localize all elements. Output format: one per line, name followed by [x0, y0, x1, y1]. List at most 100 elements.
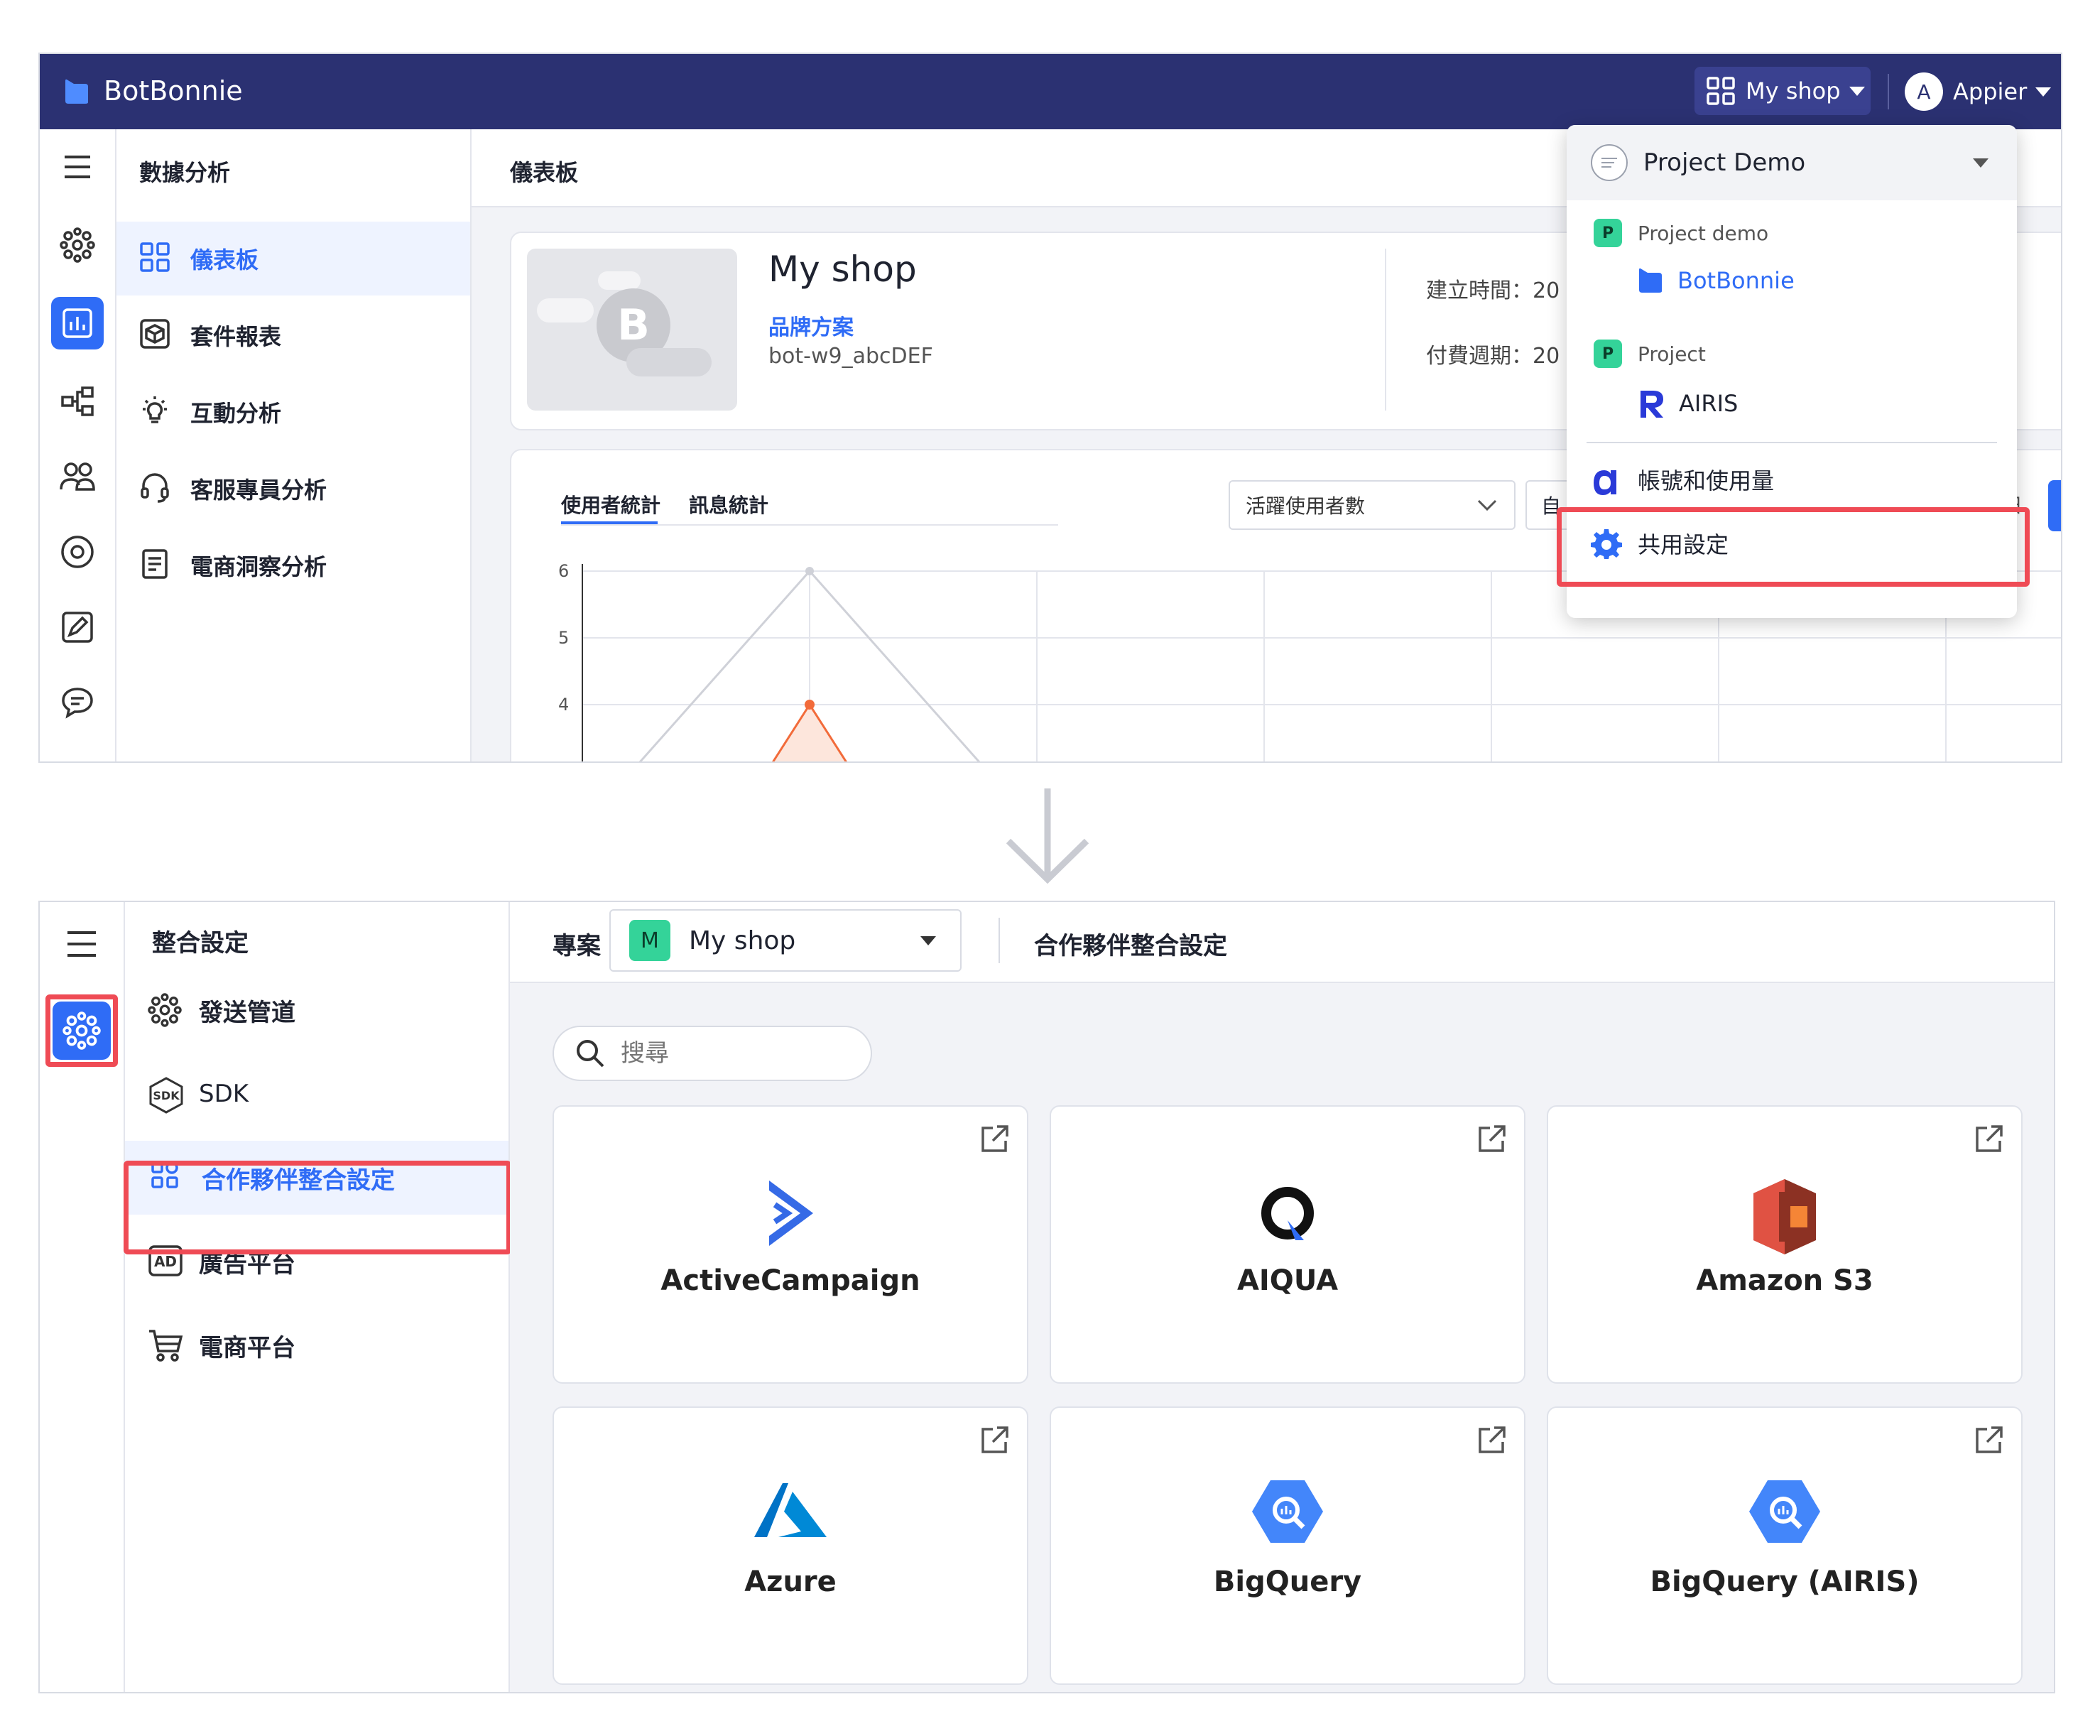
group-label: Project — [1638, 342, 1706, 366]
group-label: Project demo — [1638, 221, 1769, 245]
user-menu[interactable]: A Appier — [1905, 70, 2052, 114]
bot-plan[interactable]: 品牌方案 — [768, 310, 854, 341]
headset-icon — [139, 472, 173, 506]
project-badge: M — [629, 920, 670, 961]
project-select[interactable]: M My shop — [609, 909, 962, 972]
grid-icon — [1706, 76, 1736, 106]
bot-name: My shop — [768, 249, 917, 290]
partner-card-activecampaign[interactable]: ActiveCampaign — [553, 1105, 1028, 1384]
header-divider — [999, 918, 1000, 963]
shop-switcher-label: My shop — [1746, 77, 1841, 104]
partner-name: ActiveCampaign — [660, 1264, 920, 1297]
bottom-page-header: 專案 M My shop 合作夥伴整合設定 — [510, 902, 2054, 983]
sidebar-item-interaction[interactable]: 互動分析 — [116, 375, 470, 449]
activecampaign-logo-icon — [554, 1178, 1027, 1256]
bottom-main: 專案 M My shop 合作夥伴整合設定 ActiveCampaign AIQ… — [510, 902, 2054, 1692]
project-title: Project Demo — [1643, 148, 1806, 177]
card-divider — [1385, 249, 1386, 411]
partner-card-amazon-s3[interactable]: Amazon S3 — [1547, 1105, 2023, 1384]
menu-item-account-usage[interactable]: 帳號和使用量 — [1591, 462, 1774, 497]
external-link-icon[interactable] — [1973, 1423, 2006, 1456]
user-name: Appier — [1953, 78, 2028, 105]
partner-card-azure[interactable]: Azure — [553, 1406, 1028, 1685]
menu-icon[interactable] — [54, 143, 101, 190]
highlight-partner-item — [124, 1161, 511, 1254]
brand-name: BotBonnie — [104, 75, 243, 107]
bot-avatar: B — [527, 249, 737, 411]
bottom-sidebar: 整合設定 發送管道 SDK SDK 合作夥伴整合設定 AD 廣告平台 電商平台 — [125, 902, 510, 1692]
partner-name: Amazon S3 — [1696, 1264, 1873, 1297]
top-screenshot: BotBonnie My shop A Appier 數據分析 儀表板 套件報表… — [38, 53, 2062, 763]
sidebar-item-label: 互動分析 — [190, 400, 282, 427]
group-project-demo: P Project demo — [1594, 219, 1768, 247]
external-link-icon[interactable] — [979, 1122, 1011, 1155]
icon-rail — [40, 129, 116, 761]
menu-item-label: 帳號和使用量 — [1638, 467, 1775, 494]
top-sidebar: 數據分析 儀表板 套件報表 互動分析 客服專員分析 電商洞察分析 — [116, 129, 472, 761]
search-input[interactable] — [619, 1038, 835, 1068]
search-box[interactable] — [553, 1026, 872, 1081]
svg-text:AD: AD — [154, 1253, 177, 1270]
partner-card-aiqua[interactable]: AIQUA — [1050, 1105, 1525, 1384]
external-link-icon[interactable] — [1476, 1122, 1508, 1155]
chat-icon[interactable] — [54, 679, 101, 726]
caret-down-icon — [1973, 158, 1989, 168]
cart-icon — [148, 1328, 183, 1362]
amazon-s3-logo-icon — [1548, 1178, 2021, 1256]
sidebar-item-ecommerce-platform[interactable]: 電商平台 — [125, 1308, 508, 1382]
bigquery-logo-icon — [1051, 1479, 1524, 1557]
botbonnie-logo-icon — [64, 78, 89, 105]
sidebar-item-label: 套件報表 — [190, 323, 282, 350]
users-icon[interactable] — [54, 453, 101, 500]
svg-text:B: B — [617, 300, 650, 350]
sidebar-item-label: 發送管道 — [199, 998, 295, 1027]
sidebar-item-label: 儀表板 — [190, 246, 259, 273]
sidebar-item-package-report[interactable]: 套件報表 — [116, 298, 470, 372]
sidebar-item-channels[interactable]: 發送管道 — [125, 973, 508, 1047]
sdk-icon: SDK — [148, 1077, 183, 1114]
partner-card-bigquery-airis[interactable]: BigQuery (AIRIS) — [1547, 1406, 2023, 1685]
aiqua-logo-icon — [1051, 1178, 1524, 1256]
external-link-icon[interactable] — [979, 1423, 1011, 1456]
sidebar-item-ecommerce[interactable]: 電商洞察分析 — [116, 528, 470, 602]
page-title: 合作夥伴整合設定 — [1034, 932, 1227, 960]
sidebar-title: 數據分析 — [139, 159, 231, 186]
header-divider — [1888, 74, 1889, 109]
sidebar-item-label: SDK — [199, 1080, 249, 1108]
project-badge: P — [1594, 340, 1622, 368]
project-selector[interactable]: Project Demo — [1567, 125, 2017, 200]
sidebar-item-dashboard[interactable]: 儀表板 — [116, 222, 470, 295]
sidebar-title: 整合設定 — [152, 929, 249, 957]
partner-card-bigquery[interactable]: BigQuery — [1050, 1406, 1525, 1685]
partner-name: AIQUA — [1236, 1264, 1339, 1297]
partner-name: BigQuery — [1213, 1566, 1362, 1598]
caret-down-icon — [2035, 87, 2052, 97]
group-project: P Project — [1594, 340, 1706, 368]
analytics-icon[interactable] — [51, 297, 104, 349]
sidebar-item-sdk[interactable]: SDK SDK — [125, 1057, 508, 1131]
bulb-icon — [139, 395, 173, 429]
sidebar-item-agent[interactable]: 客服專員分析 — [116, 452, 470, 526]
caret-down-icon — [1849, 86, 1865, 96]
menu-icon[interactable] — [58, 921, 105, 967]
sidebar-item-label: 電商洞察分析 — [190, 553, 327, 580]
billing-cycle: 付費週期：20 — [1426, 344, 1560, 369]
avatar: A — [1905, 72, 1943, 111]
product-label: AIRIS — [1679, 390, 1739, 417]
integration-icon[interactable] — [54, 222, 101, 268]
airis-logo-icon — [1638, 388, 1666, 419]
cycle-icon[interactable] — [54, 528, 101, 575]
azure-logo-icon — [554, 1479, 1027, 1557]
product-airis[interactable]: AIRIS — [1638, 388, 1738, 419]
sidebar-item-label: 電商平台 — [199, 1333, 295, 1362]
project-label: 專案 — [553, 932, 601, 960]
page-title: 儀表板 — [510, 159, 579, 186]
bot-id: bot-w9_abcDEF — [768, 344, 933, 369]
external-link-icon[interactable] — [1973, 1122, 2006, 1155]
flow-icon[interactable] — [54, 378, 101, 425]
product-botbonnie[interactable]: BotBonnie — [1638, 267, 1795, 294]
project-select-value: My shop — [689, 926, 796, 955]
external-link-icon[interactable] — [1476, 1423, 1508, 1456]
shop-switcher[interactable]: My shop — [1694, 67, 1871, 115]
edit-icon[interactable] — [54, 604, 101, 651]
